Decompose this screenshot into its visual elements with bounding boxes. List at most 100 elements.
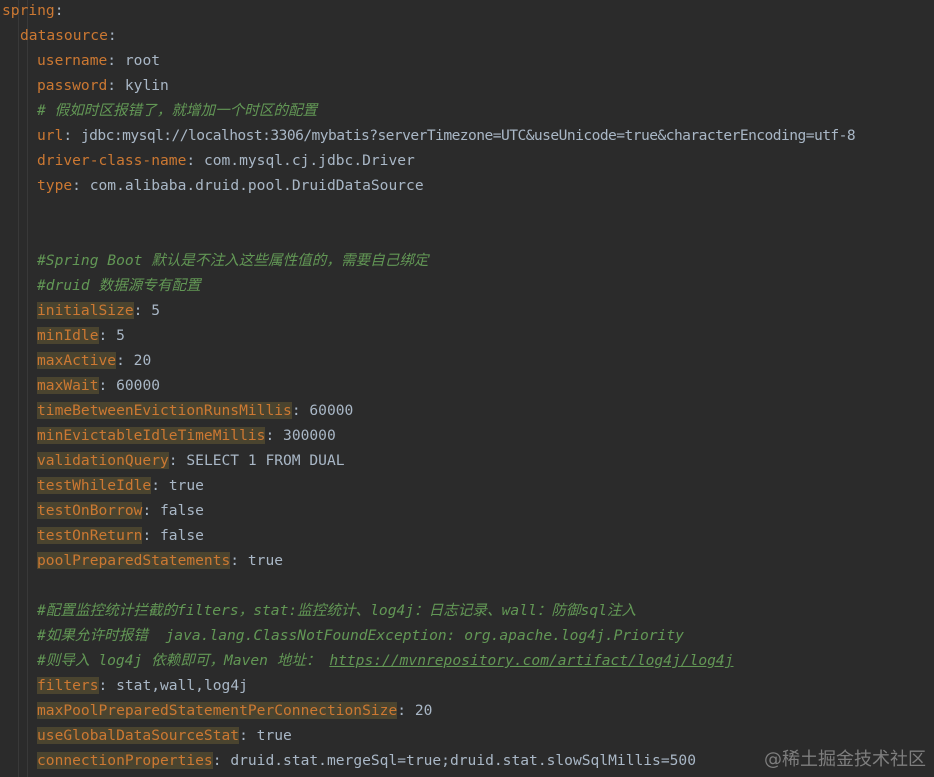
yaml-key: spring: [2, 2, 55, 19]
yaml-key-highlighted: connectionProperties: [37, 752, 213, 769]
code-line[interactable]: url: jdbc:mysql://localhost:3306/mybatis…: [37, 123, 856, 148]
indent-guide: [27, 0, 28, 777]
yaml-value: druid.stat.mergeSql=true;druid.stat.slow…: [230, 752, 696, 769]
yaml-key-highlighted: validationQuery: [37, 452, 169, 469]
maven-link[interactable]: https://mvnrepository.com/artifact/log4j…: [329, 652, 733, 669]
yaml-key-highlighted: filters: [37, 677, 99, 694]
yaml-value: true: [256, 727, 292, 744]
yaml-key-highlighted: useGlobalDataSourceStat: [37, 727, 240, 744]
yaml-value: 60000: [116, 377, 161, 394]
yaml-separator: :: [239, 727, 257, 744]
yaml-separator: :: [107, 52, 125, 69]
indent-guide: [18, 0, 19, 777]
yaml-separator: :: [116, 352, 134, 369]
code-line[interactable]: filters: stat,wall,log4j: [37, 673, 248, 698]
code-line[interactable]: #Spring Boot 默认是不注入这些属性值的，需要自己绑定: [37, 248, 429, 273]
yaml-value: com.alibaba.druid.pool.DruidDataSource: [89, 177, 424, 194]
code-line[interactable]: #则导入 log4j 依赖即可，Maven 地址： https://mvnrep…: [37, 648, 734, 673]
yaml-value: SELECT 1 FROM DUAL: [186, 452, 345, 469]
watermark: @稀土掘金技术社区: [764, 749, 926, 770]
yaml-value: true: [168, 477, 204, 494]
yaml-key: username: [37, 52, 108, 69]
yaml-value: false: [160, 527, 204, 544]
yaml-value: 20: [133, 352, 152, 369]
yaml-separator: :: [151, 477, 169, 494]
yaml-comment: #如果允许时报错 java.lang.ClassNotFoundExceptio…: [37, 627, 684, 644]
code-line[interactable]: timeBetweenEvictionRunsMillis: 60000: [37, 398, 353, 423]
code-line[interactable]: username: root: [37, 48, 160, 73]
yaml-key-highlighted: timeBetweenEvictionRunsMillis: [37, 402, 292, 419]
yaml-key: type: [37, 177, 73, 194]
yaml-separator: :: [98, 677, 117, 694]
code-line[interactable]: minEvictableIdleTimeMillis: 300000: [37, 423, 336, 448]
yaml-value: false: [160, 502, 204, 519]
yaml-separator: :: [186, 152, 204, 169]
code-line[interactable]: type: com.alibaba.druid.pool.DruidDataSo…: [37, 173, 424, 198]
yaml-separator: :: [142, 502, 161, 519]
code-line[interactable]: useGlobalDataSourceStat: true: [37, 723, 292, 748]
yaml-separator: :: [98, 377, 117, 394]
yaml-key-highlighted: testOnBorrow: [37, 502, 143, 519]
code-editor[interactable]: spring: datasource: username: root passw…: [0, 0, 934, 777]
code-line[interactable]: #如果允许时报错 java.lang.ClassNotFoundExceptio…: [37, 623, 684, 648]
yaml-separator: :: [397, 702, 415, 719]
code-line[interactable]: password: kylin: [37, 73, 169, 98]
yaml-key-highlighted: minIdle: [37, 327, 99, 344]
yaml-key-highlighted: maxPoolPreparedStatementPerConnectionSiz…: [37, 702, 398, 719]
code-line[interactable]: # 假如时区报错了，就增加一个时区的配置: [37, 98, 317, 123]
yaml-separator: :: [212, 752, 231, 769]
yaml-key: datasource: [20, 27, 108, 44]
yaml-key-highlighted: poolPreparedStatements: [37, 552, 231, 569]
code-line[interactable]: #druid 数据源专有配置: [37, 273, 201, 298]
yaml-comment: #则导入 log4j 依赖即可，Maven 地址：: [37, 652, 330, 669]
yaml-value: kylin: [124, 77, 169, 94]
code-line[interactable]: testOnBorrow: false: [37, 498, 204, 523]
yaml-comment: #druid 数据源专有配置: [37, 277, 201, 294]
code-line[interactable]: maxActive: 20: [37, 348, 151, 373]
yaml-key: password: [37, 77, 108, 94]
yaml-separator: :: [63, 127, 81, 144]
yaml-comment: #配置监控统计拦截的filters，stat:监控统计、log4j：日志记录、w…: [37, 602, 637, 619]
yaml-key-highlighted: maxActive: [37, 352, 117, 369]
code-line[interactable]: spring:: [2, 0, 64, 23]
yaml-comment: #Spring Boot 默认是不注入这些属性值的，需要自己绑定: [37, 252, 429, 269]
code-line[interactable]: minIdle: 5: [37, 323, 125, 348]
code-line[interactable]: maxWait: 60000: [37, 373, 160, 398]
yaml-key-highlighted: minEvictableIdleTimeMillis: [37, 427, 266, 444]
code-line[interactable]: #配置监控统计拦截的filters，stat:监控统计、log4j：日志记录、w…: [37, 598, 636, 623]
yaml-separator: :: [168, 452, 187, 469]
yaml-value: 5: [151, 302, 161, 319]
yaml-value: true: [247, 552, 284, 569]
code-line[interactable]: driver-class-name: com.mysql.cj.jdbc.Dri…: [37, 148, 415, 173]
yaml-separator: :: [107, 27, 117, 44]
yaml-value: 5: [116, 327, 125, 344]
yaml-key-highlighted: testWhileIdle: [37, 477, 152, 494]
yaml-separator: :: [72, 177, 90, 194]
code-line[interactable]: datasource:: [20, 23, 117, 48]
yaml-key: url: [37, 127, 64, 144]
yaml-value: com.mysql.cj.jdbc.Driver: [203, 152, 415, 169]
code-line[interactable]: maxPoolPreparedStatementPerConnectionSiz…: [37, 698, 432, 723]
yaml-value: root: [124, 52, 161, 69]
yaml-separator: :: [230, 552, 248, 569]
yaml-value: stat,wall,log4j: [116, 677, 248, 694]
yaml-key-highlighted: maxWait: [37, 377, 99, 394]
yaml-separator: :: [265, 427, 284, 444]
code-line[interactable]: connectionProperties: druid.stat.mergeSq…: [37, 748, 696, 773]
code-line[interactable]: testOnReturn: false: [37, 523, 204, 548]
code-line[interactable]: validationQuery: SELECT 1 FROM DUAL: [37, 448, 345, 473]
yaml-separator: :: [98, 327, 117, 344]
yaml-separator: :: [133, 302, 152, 319]
yaml-value: 20: [414, 702, 433, 719]
yaml-value: 60000: [309, 402, 354, 419]
yaml-comment: # 假如时区报错了，就增加一个时区的配置: [37, 102, 318, 119]
yaml-key-highlighted: testOnReturn: [37, 527, 143, 544]
yaml-value: jdbc:mysql://localhost:3306/mybatis?serv…: [80, 127, 856, 144]
yaml-separator: :: [54, 2, 64, 19]
code-line[interactable]: testWhileIdle: true: [37, 473, 204, 498]
code-line[interactable]: initialSize: 5: [37, 298, 160, 323]
code-line[interactable]: poolPreparedStatements: true: [37, 548, 283, 573]
yaml-separator: :: [107, 77, 125, 94]
yaml-separator: :: [291, 402, 310, 419]
yaml-separator: :: [142, 527, 161, 544]
